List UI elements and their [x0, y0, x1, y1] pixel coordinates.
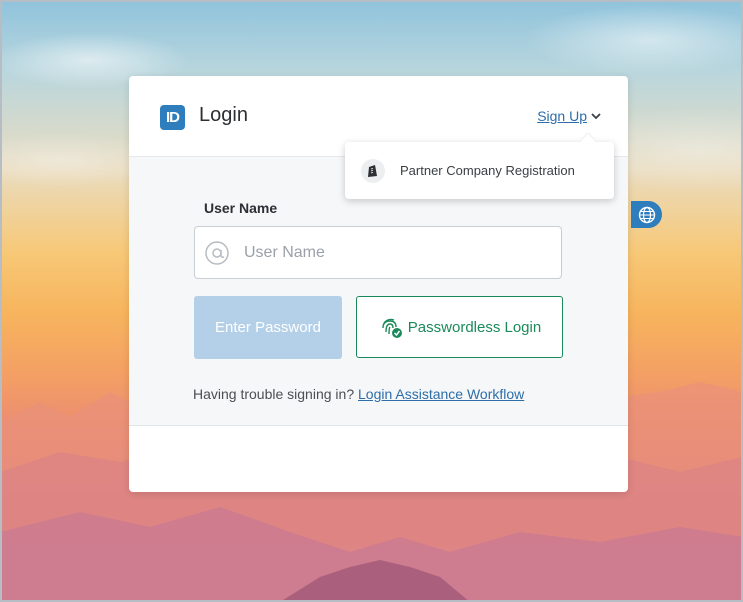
username-field[interactable] — [194, 226, 562, 279]
passwordless-login-button[interactable]: Passwordless Login — [356, 296, 563, 358]
username-input[interactable] — [242, 242, 546, 263]
menu-item-partner-registration[interactable]: Partner Company Registration — [345, 142, 614, 199]
username-label: User Name — [204, 200, 278, 216]
fingerprint-icon — [382, 318, 402, 338]
id-logo: ID — [160, 105, 185, 130]
sign-up-link[interactable]: Sign Up — [537, 108, 602, 124]
signup-dropdown: Partner Company Registration — [345, 142, 614, 199]
page-title: Login — [199, 104, 248, 126]
chevron-down-icon — [591, 113, 601, 120]
at-sign-icon — [205, 240, 229, 265]
help-prefix: Having trouble signing in? — [193, 386, 355, 402]
sign-up-label: Sign Up — [537, 108, 587, 124]
enter-password-button[interactable]: Enter Password — [194, 296, 342, 359]
globe-icon — [638, 206, 655, 223]
menu-item-label: Partner Company Registration — [400, 163, 575, 178]
building-icon — [361, 158, 385, 183]
login-assistance-link[interactable]: Login Assistance Workflow — [358, 386, 524, 402]
help-text: Having trouble signing in? Login Assista… — [193, 386, 524, 402]
language-button[interactable] — [631, 201, 662, 228]
passwordless-label: Passwordless Login — [407, 318, 542, 336]
login-card: ID Login Sign Up User Name Enter Passwor… — [129, 76, 628, 492]
